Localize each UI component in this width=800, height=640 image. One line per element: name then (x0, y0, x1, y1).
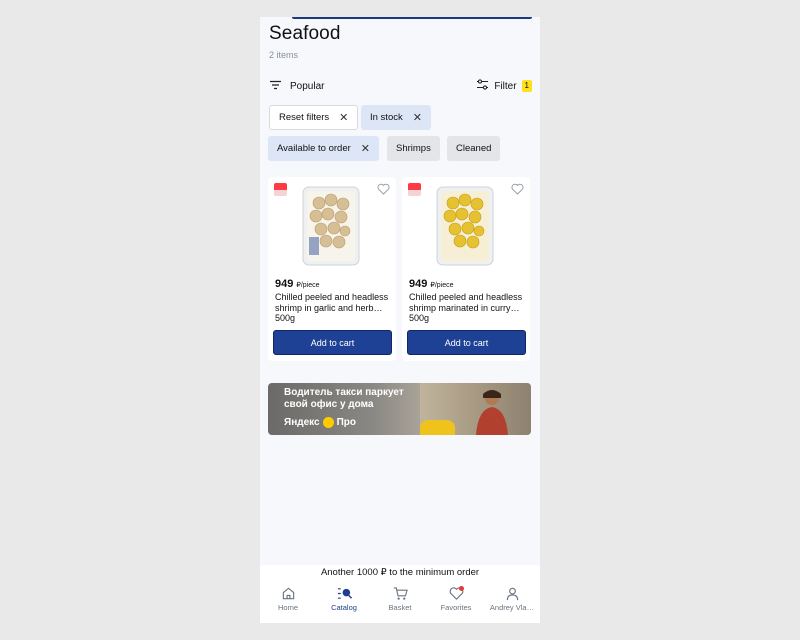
sort-button[interactable]: Popular (269, 80, 324, 93)
product-weight: 500g (409, 313, 430, 323)
home-icon (282, 587, 294, 600)
product-card[interactable]: 949 ₽/piece Chilled peeled and headless … (268, 177, 396, 361)
top-scroll-indicator (292, 17, 532, 19)
product-price: 949 ₽/piece (409, 278, 454, 290)
tab-label: Andrey Vla… (489, 603, 535, 612)
chip-reset-filters[interactable]: Reset filters ✕ (269, 105, 359, 130)
driver-image (476, 390, 508, 435)
bottom-tab-bar: Home Catalog Basket Favorites Andrey Vla… (260, 581, 540, 623)
chip-in-stock[interactable]: In stock ✕ (361, 105, 431, 130)
chip-label: Cleaned (456, 143, 492, 154)
page-title: Seafood (269, 23, 341, 44)
banner-headline: Водитель такси паркует свой офис у дома (284, 387, 404, 410)
product-image (436, 186, 494, 266)
add-to-cart-button[interactable]: Add to cart (273, 330, 392, 355)
chip-available-to-order[interactable]: Available to order ✕ (268, 136, 379, 161)
tab-home[interactable]: Home (260, 581, 316, 623)
price-value: 949 (409, 278, 428, 290)
sort-filter-bar: Popular Filter 1 (269, 78, 532, 94)
product-name[interactable]: Chilled peeled and headless shrimp marin… (409, 292, 525, 313)
close-icon: ✕ (360, 143, 370, 155)
price-unit: ₽/piece (296, 282, 320, 289)
sort-lines-icon (269, 80, 282, 93)
filter-label: Filter (494, 80, 517, 92)
chip-label: Available to order (277, 143, 351, 154)
product-weight: 500g (275, 313, 296, 323)
taxi-car-image (420, 420, 455, 435)
favorite-heart-icon[interactable] (511, 182, 524, 200)
sliders-icon (476, 79, 489, 93)
discount-tag-icon (408, 183, 421, 196)
tab-profile[interactable]: Andrey Vla… (484, 581, 540, 623)
price-unit: ₽/piece (430, 282, 454, 289)
chip-label: Reset filters (279, 112, 330, 123)
catalog-search-icon (337, 588, 352, 599)
yandex-pro-logo-icon (322, 417, 334, 428)
filter-count-badge: 1 (521, 80, 532, 92)
items-count: 2 items (269, 50, 299, 60)
price-value: 949 (275, 278, 294, 290)
notification-dot (459, 586, 464, 591)
min-order-notice: Another 1000 ₽ to the minimum order (260, 565, 540, 581)
tab-label: Basket (388, 603, 412, 612)
tab-catalog[interactable]: Catalog (316, 581, 372, 623)
tab-favorites[interactable]: Favorites (428, 581, 484, 623)
tab-label: Catalog (331, 603, 357, 612)
add-to-cart-button[interactable]: Add to cart (407, 330, 526, 355)
cart-icon (393, 587, 408, 600)
filter-button[interactable]: Filter 1 (476, 79, 532, 93)
product-card[interactable]: 949 ₽/piece Chilled peeled and headless … (402, 177, 530, 361)
chip-cleaned[interactable]: Cleaned (447, 136, 501, 161)
chip-shrimps[interactable]: Shrimps (387, 136, 440, 161)
user-icon (506, 587, 518, 601)
close-icon: ✕ (339, 112, 349, 124)
product-name[interactable]: Chilled peeled and headless shrimp in ga… (275, 292, 391, 313)
sort-label: Popular (290, 80, 325, 92)
favorite-heart-icon[interactable] (377, 182, 390, 200)
chip-label: Shrimps (396, 143, 431, 154)
app-screen: Seafood 2 items Popular Filter 1 Reset f… (260, 17, 540, 623)
tab-label: Home (277, 603, 298, 612)
brand-name: Яндекс (284, 417, 320, 428)
product-image (302, 186, 360, 266)
chip-label: In stock (370, 112, 403, 123)
close-icon: ✕ (412, 112, 422, 124)
ad-banner[interactable]: Водитель такси паркует свой офис у дома … (268, 383, 531, 435)
product-price: 949 ₽/piece (275, 278, 320, 290)
tab-label: Favorites (440, 603, 472, 612)
discount-tag-icon (274, 183, 287, 196)
brand-suffix: Про (336, 417, 356, 428)
banner-brand: Яндекс Про (284, 417, 356, 428)
tab-basket[interactable]: Basket (372, 581, 428, 623)
